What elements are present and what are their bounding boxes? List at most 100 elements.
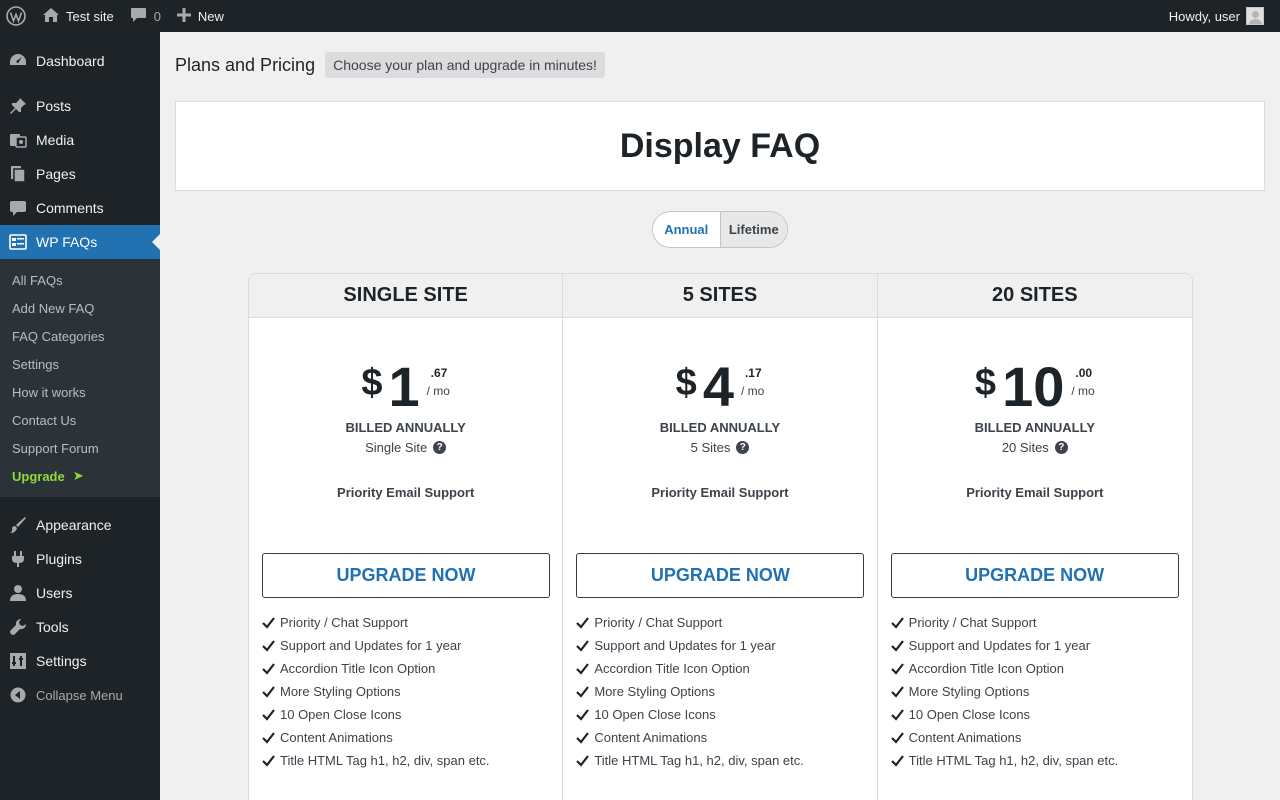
check-icon [576,709,590,721]
currency-symbol: $ [361,362,383,404]
submenu-upgrade[interactable]: Upgrade ➤ [0,462,160,490]
billing-cycle: BILLED ANNUALLY [345,420,466,435]
sidebar-item-appearance[interactable]: Appearance [0,508,160,542]
pricing-table: SINGLE SITE $ 1 .67 / mo BILLED ANNUALLY… [248,273,1193,800]
comments-link[interactable]: 0 [122,0,169,32]
plan-name: 20 SITES [877,274,1192,318]
check-icon [576,640,590,652]
sidebar-item-label: Plugins [36,551,82,567]
check-icon [576,663,590,675]
feature-item: Support and Updates for 1 year [262,634,490,657]
feature-item: Title HTML Tag h1, h2, div, span etc. [890,749,1118,772]
new-content-link[interactable]: New [169,0,232,32]
feature-label: Priority / Chat Support [908,615,1037,630]
toggle-lifetime[interactable]: Lifetime [719,212,787,247]
feature-label: Priority / Chat Support [280,615,408,630]
wordpress-logo-icon[interactable] [0,0,34,32]
price-amount: 4 [702,355,734,418]
site-name-link[interactable]: Test site [34,0,122,32]
billing-cycle: BILLED ANNUALLY [974,420,1095,435]
site-count: 5 Sites ? [563,440,876,455]
sidebar-item-users[interactable]: Users [0,576,160,610]
site-count-label: 5 Sites [690,440,731,455]
sidebar-item-label: Appearance [36,517,112,533]
feature-item: Accordion Title Icon Option [576,657,804,680]
check-icon [262,640,275,652]
price-cents: .67 [430,366,448,380]
upgrade-label: Upgrade [12,468,65,484]
feature-label: More Styling Options [908,684,1030,699]
currency-symbol: $ [974,362,997,404]
plug-icon [8,549,28,569]
site-name-label: Test site [66,8,114,24]
question-icon[interactable]: ? [1054,441,1068,454]
feature-item: 10 Open Close Icons [262,703,490,726]
feature-item: More Styling Options [262,680,490,703]
sidebar-item-label: Pages [36,166,76,182]
upgrade-now-button[interactable]: UPGRADE NOW [890,553,1179,598]
sidebar-item-dashboard[interactable]: Dashboard [0,44,160,78]
brush-icon [8,515,28,535]
upgrade-now-button[interactable]: UPGRADE NOW [262,553,550,598]
sidebar-item-plugins[interactable]: Plugins [0,542,160,576]
home-icon [42,7,66,26]
plus-icon [176,7,198,25]
plan-price: $ 4 .17 / mo [563,359,876,415]
pages-icon [8,164,28,184]
submenu-faq-categories[interactable]: FAQ Categories [0,322,160,350]
feature-label: Support and Updates for 1 year [280,638,462,653]
plan-name: SINGLE SITE [249,274,563,318]
feature-list: Priority / Chat Support Support and Upda… [576,611,804,772]
billing-cycle: BILLED ANNUALLY [659,420,781,435]
price-amount: 1 [388,355,420,418]
sidebar-item-pages[interactable]: Pages [0,157,160,191]
check-icon [576,686,590,698]
sidebar-item-label: Dashboard [36,53,105,69]
plan-card-20-sites: 20 SITES $ 10 .00 / mo BILLED ANNUALLY 2… [877,274,1192,800]
feature-label: 10 Open Close Icons [594,707,716,722]
account-menu[interactable]: Howdy, user [1161,0,1272,32]
feature-label: Accordion Title Icon Option [280,661,436,676]
sidebar-item-label: WP FAQs [36,234,98,250]
question-icon[interactable]: ? [736,441,750,454]
question-icon[interactable]: ? [433,441,447,454]
feature-label: Content Animations [280,730,393,745]
check-icon [890,617,904,629]
feature-item: Title HTML Tag h1, h2, div, span etc. [262,749,490,772]
plan-card-5-sites: 5 SITES $ 4 .17 / mo BILLED ANNUALLY 5 S… [563,274,878,800]
pin-icon [8,96,28,116]
feature-item: Support and Updates for 1 year [890,634,1119,657]
new-label: New [197,8,224,24]
page-title: Plans and Pricing [175,54,316,75]
submenu-add-new-faq[interactable]: Add New FAQ [0,294,160,322]
submenu-contact-us[interactable]: Contact Us [0,406,160,434]
sidebar-item-label: Users [36,585,73,601]
sidebar-item-tools[interactable]: Tools [0,610,160,644]
dashboard-icon [8,51,28,71]
media-icon [8,130,28,150]
sidebar-item-settings[interactable]: Settings [0,644,160,678]
collapse-menu-button[interactable]: Collapse Menu [0,678,160,712]
sidebar-item-posts[interactable]: Posts [0,89,160,123]
check-icon [262,686,275,698]
site-count-label: 20 Sites [1001,440,1049,455]
submenu-how-it-works[interactable]: How it works [0,378,160,406]
feature-label: 10 Open Close Icons [908,707,1031,722]
sidebar-item-comments[interactable]: Comments [0,191,160,225]
sidebar-item-wp-faqs[interactable]: WP FAQs [0,225,160,259]
check-icon [262,663,275,675]
submenu-support-forum[interactable]: Support Forum [0,434,160,462]
admin-sidebar: Dashboard Posts Media Pages Comments WP … [0,32,160,800]
feature-item: Support and Updates for 1 year [576,634,804,657]
sidebar-item-media[interactable]: Media [0,123,160,157]
submenu-settings[interactable]: Settings [0,350,160,378]
collapse-label: Collapse Menu [36,687,123,703]
check-icon [576,732,590,744]
billing-toggle: Annual Lifetime [652,211,788,248]
feature-label: Priority / Chat Support [594,615,723,630]
toggle-annual[interactable]: Annual [653,212,720,247]
feature-list: Priority / Chat Support Support and Upda… [262,611,490,772]
upgrade-now-button[interactable]: UPGRADE NOW [576,553,865,598]
submenu-all-faqs[interactable]: All FAQs [0,266,160,294]
sidebar-item-label: Media [36,132,75,148]
